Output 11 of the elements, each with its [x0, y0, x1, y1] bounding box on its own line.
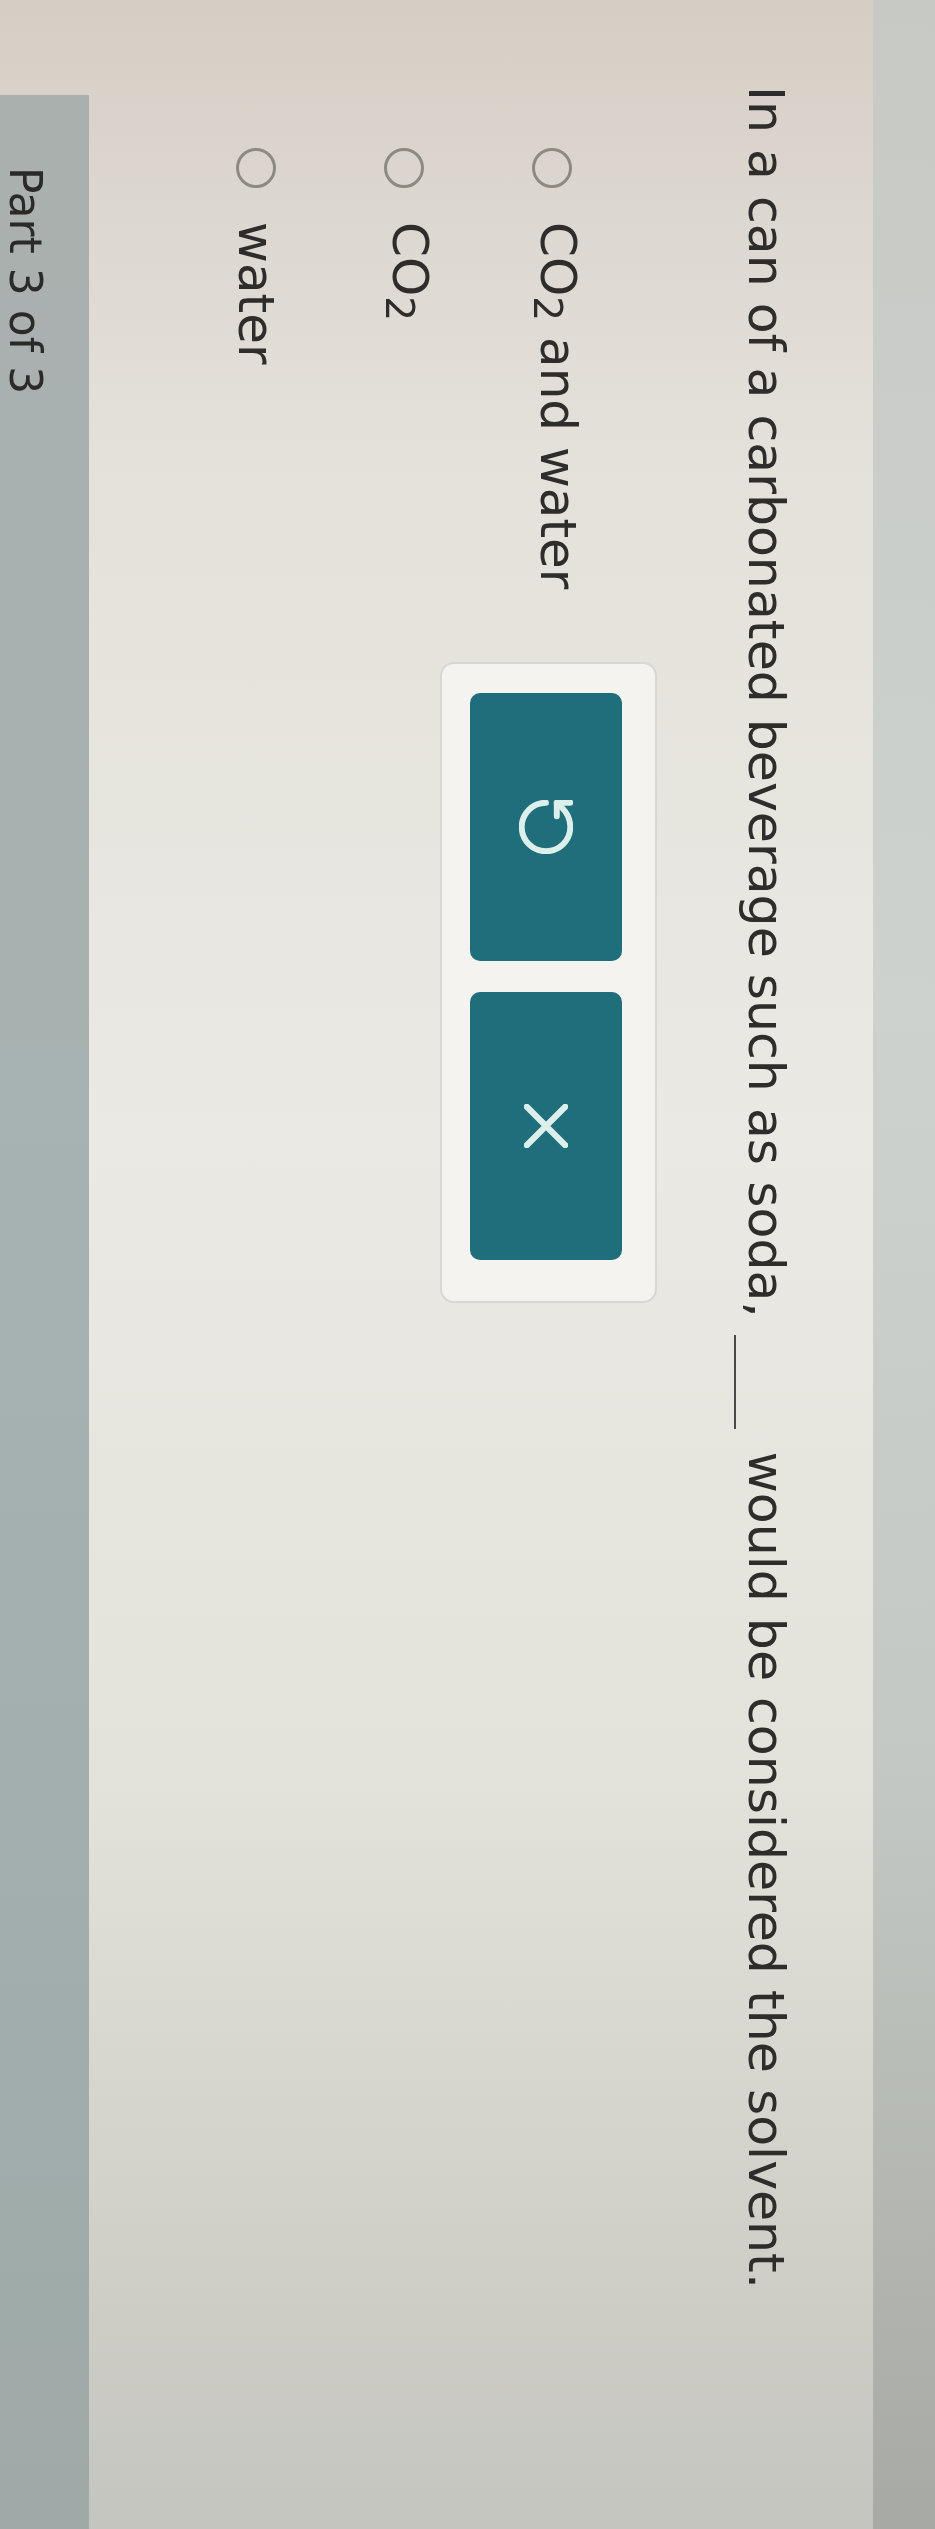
- cross-icon: [524, 1104, 568, 1148]
- clear-button[interactable]: [470, 992, 622, 1260]
- reset-button[interactable]: [470, 693, 622, 961]
- question-text: would be considered the solvent.: [737, 1451, 796, 2289]
- progress-label: Part 3 of 3: [0, 167, 51, 395]
- radio-button[interactable]: [532, 148, 572, 188]
- radio-button[interactable]: [384, 148, 424, 188]
- radio-button[interactable]: [236, 148, 276, 188]
- circular-arrow-icon: [519, 800, 573, 854]
- option-label: water: [226, 222, 286, 365]
- question-text: In a can of a carbonated beverage such as soda,: [737, 86, 796, 1318]
